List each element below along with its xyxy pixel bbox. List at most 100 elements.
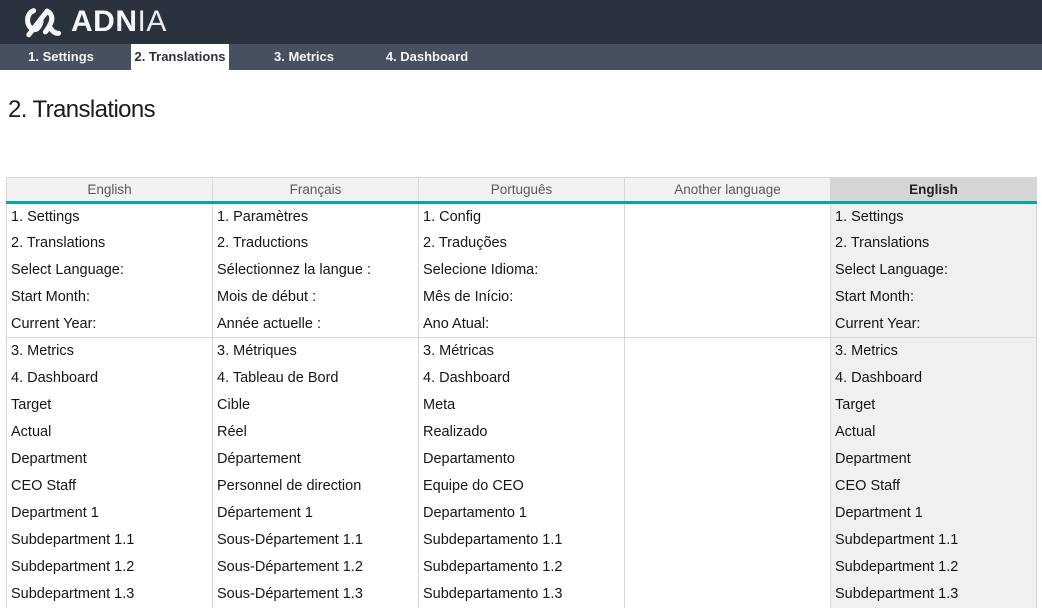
cell-r3-c0[interactable]: Start Month: — [7, 284, 213, 311]
cell-r9-c1[interactable]: Département — [213, 446, 419, 473]
cell-r0-c3[interactable] — [625, 203, 831, 230]
table-row-1: 2. Translations2. Traductions2. Traduçõe… — [7, 230, 1037, 257]
cell-r1-c2[interactable]: 2. Traduções — [419, 230, 625, 257]
cell-r4-c2[interactable]: Ano Atual: — [419, 311, 625, 338]
cell-r5-c0[interactable]: 3. Metrics — [7, 338, 213, 365]
cell-r2-c2[interactable]: Selecione Idioma: — [419, 257, 625, 284]
table-row-0: 1. Settings1. Paramètres1. Config1. Sett… — [7, 203, 1037, 230]
cell-r3-c3[interactable] — [625, 284, 831, 311]
cell-r6-c2[interactable]: 4. Dashboard — [419, 365, 625, 392]
cell-r5-c4[interactable]: 3. Metrics — [831, 338, 1037, 365]
cell-r10-c1[interactable]: Personnel de direction — [213, 473, 419, 500]
tab-translations[interactable]: 2. Translations — [131, 44, 229, 70]
translations-table-container: EnglishFrançaisPortuguêsAnother language… — [6, 177, 1037, 608]
cell-r10-c4[interactable]: CEO Staff — [831, 473, 1037, 500]
logo-wordmark: ADNIA — [71, 5, 167, 39]
tab-metrics[interactable]: 3. Metrics — [255, 44, 353, 70]
cell-r9-c3[interactable] — [625, 446, 831, 473]
page-title: 2. Translations — [8, 96, 155, 124]
table-row-8: ActualRéelRealizadoActual — [7, 419, 1037, 446]
cell-r13-c0[interactable]: Subdepartment 1.2 — [7, 554, 213, 581]
cell-r1-c1[interactable]: 2. Traductions — [213, 230, 419, 257]
cell-r3-c1[interactable]: Mois de début : — [213, 284, 419, 311]
cell-r14-c2[interactable]: Subdepartamento 1.3 — [419, 581, 625, 608]
cell-r14-c3[interactable] — [625, 581, 831, 608]
cell-r4-c1[interactable]: Année actuelle : — [213, 311, 419, 338]
table-row-10: CEO StaffPersonnel de directionEquipe do… — [7, 473, 1037, 500]
table-row-7: TargetCibleMetaTarget — [7, 392, 1037, 419]
cell-r5-c1[interactable]: 3. Métriques — [213, 338, 419, 365]
cell-r6-c4[interactable]: 4. Dashboard — [831, 365, 1037, 392]
cell-r4-c0[interactable]: Current Year: — [7, 311, 213, 338]
cell-r6-c1[interactable]: 4. Tableau de Bord — [213, 365, 419, 392]
cell-r13-c3[interactable] — [625, 554, 831, 581]
cell-r8-c4[interactable]: Actual — [831, 419, 1037, 446]
cell-r12-c3[interactable] — [625, 527, 831, 554]
cell-r2-c0[interactable]: Select Language: — [7, 257, 213, 284]
column-header-1[interactable]: Français — [213, 178, 419, 203]
translations-table: EnglishFrançaisPortuguêsAnother language… — [6, 177, 1037, 608]
tab-settings[interactable]: 1. Settings — [12, 44, 110, 70]
cell-r9-c0[interactable]: Department — [7, 446, 213, 473]
cell-r6-c0[interactable]: 4. Dashboard — [7, 365, 213, 392]
cell-r2-c3[interactable] — [625, 257, 831, 284]
cell-r6-c3[interactable] — [625, 365, 831, 392]
table-row-4: Current Year:Année actuelle :Ano Atual:C… — [7, 311, 1037, 338]
cell-r2-c1[interactable]: Sélectionnez la langue : — [213, 257, 419, 284]
column-header-3[interactable]: Another language — [625, 178, 831, 203]
cell-r12-c2[interactable]: Subdepartamento 1.1 — [419, 527, 625, 554]
cell-r12-c0[interactable]: Subdepartment 1.1 — [7, 527, 213, 554]
cell-r11-c0[interactable]: Department 1 — [7, 500, 213, 527]
cell-r7-c1[interactable]: Cible — [213, 392, 419, 419]
table-row-12: Subdepartment 1.1Sous-Département 1.1Sub… — [7, 527, 1037, 554]
column-header-2[interactable]: Português — [419, 178, 625, 203]
cell-r14-c0[interactable]: Subdepartment 1.3 — [7, 581, 213, 608]
cell-r13-c4[interactable]: Subdepartment 1.2 — [831, 554, 1037, 581]
cell-r7-c3[interactable] — [625, 392, 831, 419]
cell-r9-c4[interactable]: Department — [831, 446, 1037, 473]
cell-r11-c3[interactable] — [625, 500, 831, 527]
cell-r4-c3[interactable] — [625, 311, 831, 338]
table-row-13: Subdepartment 1.2Sous-Département 1.2Sub… — [7, 554, 1037, 581]
cell-r7-c4[interactable]: Target — [831, 392, 1037, 419]
cell-r0-c0[interactable]: 1. Settings — [7, 203, 213, 230]
cell-r12-c4[interactable]: Subdepartment 1.1 — [831, 527, 1037, 554]
table-header-row: EnglishFrançaisPortuguêsAnother language… — [7, 178, 1037, 203]
cell-r8-c3[interactable] — [625, 419, 831, 446]
table-row-5: 3. Metrics3. Métriques3. Métricas3. Metr… — [7, 338, 1037, 365]
cell-r0-c1[interactable]: 1. Paramètres — [213, 203, 419, 230]
column-header-0[interactable]: English — [7, 178, 213, 203]
cell-r11-c4[interactable]: Department 1 — [831, 500, 1037, 527]
cell-r9-c2[interactable]: Departamento — [419, 446, 625, 473]
cell-r3-c2[interactable]: Mês de Início: — [419, 284, 625, 311]
column-header-4[interactable]: English — [831, 178, 1037, 203]
cell-r14-c4[interactable]: Subdepartment 1.3 — [831, 581, 1037, 608]
cell-r7-c0[interactable]: Target — [7, 392, 213, 419]
cell-r5-c3[interactable] — [625, 338, 831, 365]
cell-r5-c2[interactable]: 3. Métricas — [419, 338, 625, 365]
cell-r13-c1[interactable]: Sous-Département 1.2 — [213, 554, 419, 581]
cell-r7-c2[interactable]: Meta — [419, 392, 625, 419]
cell-r4-c4[interactable]: Current Year: — [831, 311, 1037, 338]
cell-r0-c4[interactable]: 1. Settings — [831, 203, 1037, 230]
cell-r0-c2[interactable]: 1. Config — [419, 203, 625, 230]
cell-r13-c2[interactable]: Subdepartamento 1.2 — [419, 554, 625, 581]
table-row-2: Select Language:Sélectionnez la langue :… — [7, 257, 1037, 284]
cell-r11-c2[interactable]: Departamento 1 — [419, 500, 625, 527]
cell-r1-c3[interactable] — [625, 230, 831, 257]
cell-r8-c0[interactable]: Actual — [7, 419, 213, 446]
cell-r10-c2[interactable]: Equipe do CEO — [419, 473, 625, 500]
cell-r11-c1[interactable]: Département 1 — [213, 500, 419, 527]
tab-dashboard[interactable]: 4. Dashboard — [378, 44, 476, 70]
cell-r14-c1[interactable]: Sous-Département 1.3 — [213, 581, 419, 608]
cell-r1-c4[interactable]: 2. Translations — [831, 230, 1037, 257]
cell-r8-c2[interactable]: Realizado — [419, 419, 625, 446]
cell-r2-c4[interactable]: Select Language: — [831, 257, 1037, 284]
top-app-bar: ADNIA — [0, 0, 1042, 44]
cell-r3-c4[interactable]: Start Month: — [831, 284, 1037, 311]
cell-r8-c1[interactable]: Réel — [213, 419, 419, 446]
cell-r10-c3[interactable] — [625, 473, 831, 500]
cell-r12-c1[interactable]: Sous-Département 1.1 — [213, 527, 419, 554]
cell-r10-c0[interactable]: CEO Staff — [7, 473, 213, 500]
cell-r1-c0[interactable]: 2. Translations — [7, 230, 213, 257]
